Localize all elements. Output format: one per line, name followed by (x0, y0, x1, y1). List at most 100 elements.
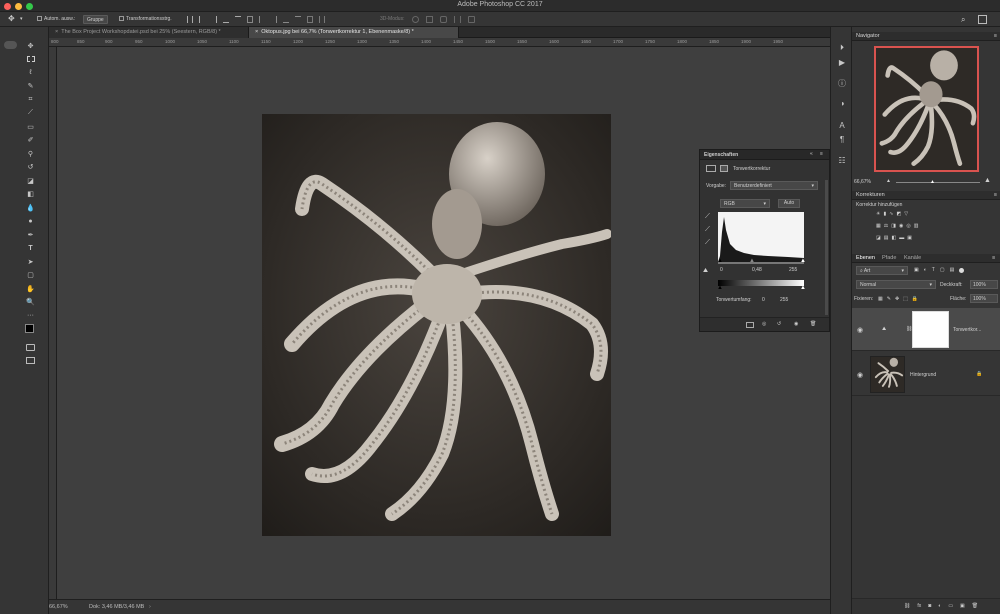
pen-tool-icon[interactable]: ✒ (22, 228, 39, 242)
info-icon[interactable]: ⓘ (836, 77, 848, 89)
new-group-icon[interactable]: ▭ (948, 603, 953, 611)
delete-layer-icon[interactable]: 🗑 (972, 603, 978, 611)
clipping-icon[interactable]: ⛰ (703, 268, 708, 275)
history-icon[interactable]: ⏵ (836, 42, 848, 54)
threshold-icon[interactable]: ◧ (891, 235, 896, 245)
input-levels-slider[interactable] (718, 262, 804, 264)
clip-to-layer-icon[interactable] (746, 322, 754, 328)
black-white-icon[interactable]: ◨ (891, 223, 896, 233)
transform-controls-checkbox[interactable]: Transformationsstrg. (119, 15, 172, 24)
healing-brush-tool-icon[interactable]: ▭ (22, 120, 39, 134)
hue-saturation-icon[interactable]: ▦ (876, 223, 881, 233)
fill-input[interactable]: 100% (970, 294, 998, 303)
character-icon[interactable]: A (836, 119, 848, 131)
align-right-icon[interactable] (247, 16, 253, 23)
distribute-right-icon[interactable] (319, 16, 325, 23)
properties-icon[interactable]: ☷ (836, 154, 848, 166)
layer-mask-thumbnail[interactable] (912, 311, 949, 348)
auto-select-dropdown[interactable]: Gruppe (83, 15, 108, 24)
output-white-handle[interactable]: ▲ (800, 285, 806, 291)
quick-select-tool-icon[interactable]: ✎ (22, 80, 39, 94)
eyedropper-tool-icon[interactable]: ⟋ (22, 107, 39, 121)
color-swatches[interactable] (22, 323, 39, 341)
panel-menu-icon[interactable]: ≡ (992, 254, 995, 263)
zoom-tool-icon[interactable]: 🔍 (22, 296, 39, 310)
gradient-tool-icon[interactable]: ◧ (22, 188, 39, 202)
layer-name[interactable]: Hintergrund (910, 372, 936, 378)
rotate-3d-icon[interactable] (412, 16, 419, 23)
filter-smart-icon[interactable]: ▤ (950, 267, 955, 275)
color-balance-icon[interactable]: ⚖ (884, 223, 888, 233)
workspace-icon[interactable] (978, 15, 987, 24)
eraser-tool-icon[interactable]: ◪ (22, 174, 39, 188)
filter-shape-icon[interactable]: ▢ (940, 267, 945, 275)
path-selection-tool-icon[interactable]: ➤ (22, 255, 39, 269)
black-point-handle[interactable]: ▲ (717, 258, 723, 264)
tab-channels[interactable]: Kanäle (904, 254, 921, 263)
status-menu-icon[interactable]: › (149, 604, 151, 610)
visibility-icon[interactable]: ◉ (794, 321, 798, 327)
filter-type-icon[interactable]: T (932, 267, 935, 275)
properties-scrollbar[interactable] (825, 180, 828, 315)
tab-oktopus[interactable]: × Oktopus.jpg bei 66,7% (Tonwertkorrektur… (249, 27, 459, 38)
opacity-input[interactable]: 100% (970, 280, 998, 289)
close-tab-icon[interactable]: × (55, 29, 58, 35)
scale-3d-icon[interactable] (468, 16, 475, 23)
channel-mixer-icon[interactable]: ◎ (906, 223, 910, 233)
move-tool-icon[interactable]: ✥ (8, 15, 15, 24)
reset-icon[interactable]: ↺ (777, 321, 781, 327)
input-black-value[interactable]: 0 (720, 267, 723, 273)
output-black-value[interactable]: 0 (762, 297, 765, 303)
exposure-icon[interactable]: ◩ (896, 211, 901, 221)
input-white-value[interactable]: 255 (789, 267, 797, 273)
blur-tool-icon[interactable]: 💧 (22, 201, 39, 215)
dodge-tool-icon[interactable]: ● (22, 215, 39, 229)
brightness-contrast-icon[interactable]: ☀ (876, 211, 880, 221)
lock-position-icon[interactable]: ✥ (895, 296, 899, 304)
add-mask-icon[interactable]: ◙ (928, 603, 931, 611)
layer-row-levels[interactable]: ◉ ⛰ ⛓ Tonwertkor... (852, 308, 1000, 351)
align-bottom-icon[interactable] (211, 16, 217, 23)
tab-layers[interactable]: Ebenen (856, 254, 875, 263)
panel-menu-icon[interactable]: ≡ (994, 32, 997, 41)
screen-mode-icon[interactable] (22, 354, 39, 368)
eyedropper-gray-icon[interactable]: ⟋ (705, 226, 710, 234)
align-top-icon[interactable] (187, 16, 193, 23)
navigator-tab-bar[interactable]: Navigator ≡ (852, 32, 1000, 41)
levels-icon[interactable]: ▮ (883, 211, 886, 221)
layer-row-background[interactable]: ◉ Hintergrund 🔒 (852, 353, 1000, 396)
properties-header[interactable]: Eigenschaften « ≡ (700, 150, 829, 160)
paragraph-icon[interactable]: ¶ (836, 133, 848, 145)
output-black-handle[interactable]: ▲ (717, 285, 723, 291)
document-size[interactable]: Dok: 3,46 MB/3,46 MB (89, 604, 144, 610)
lock-artboard-icon[interactable]: ⬚ (903, 296, 908, 304)
view-previous-icon[interactable]: ◎ (762, 321, 766, 327)
blend-mode-dropdown[interactable]: Normal ▾ (856, 280, 936, 289)
new-adjustment-icon[interactable]: ◐ (938, 603, 941, 611)
tab-paths[interactable]: Pfade (882, 254, 896, 263)
align-vcenter-icon[interactable] (199, 16, 205, 23)
crop-tool-icon[interactable]: ⌗ (22, 93, 39, 107)
3d-icon[interactable]: ◑ (836, 97, 848, 109)
align-hcenter-icon[interactable] (235, 16, 241, 23)
distribute-top-icon[interactable] (259, 16, 265, 23)
midpoint-handle[interactable]: ▲ (749, 258, 755, 264)
layer-thumbnail[interactable] (870, 356, 905, 393)
align-left-icon[interactable] (223, 16, 229, 23)
search-icon[interactable]: ⌕ (961, 15, 965, 24)
mask-icon[interactable] (720, 165, 728, 172)
selective-color-icon[interactable]: ▣ (907, 235, 912, 245)
quick-mask-icon[interactable] (22, 341, 39, 355)
hand-tool-icon[interactable]: ✋ (22, 282, 39, 296)
distribute-vcenter-icon[interactable] (271, 16, 277, 23)
eyedropper-white-icon[interactable]: ⟋ (705, 239, 710, 247)
lock-image-icon[interactable]: ✎ (887, 296, 891, 304)
adjustments-tab-bar[interactable]: Korrekturen ≡ (852, 191, 1000, 200)
channel-dropdown[interactable]: RGB ▾ (720, 199, 770, 208)
auto-button[interactable]: Auto (778, 199, 800, 208)
fx-icon[interactable]: fx (917, 603, 921, 611)
distribute-left-icon[interactable] (295, 16, 301, 23)
curves-icon[interactable]: ∿ (889, 211, 893, 221)
close-tab-icon[interactable]: × (255, 29, 258, 35)
new-layer-icon[interactable]: ▣ (960, 603, 965, 611)
